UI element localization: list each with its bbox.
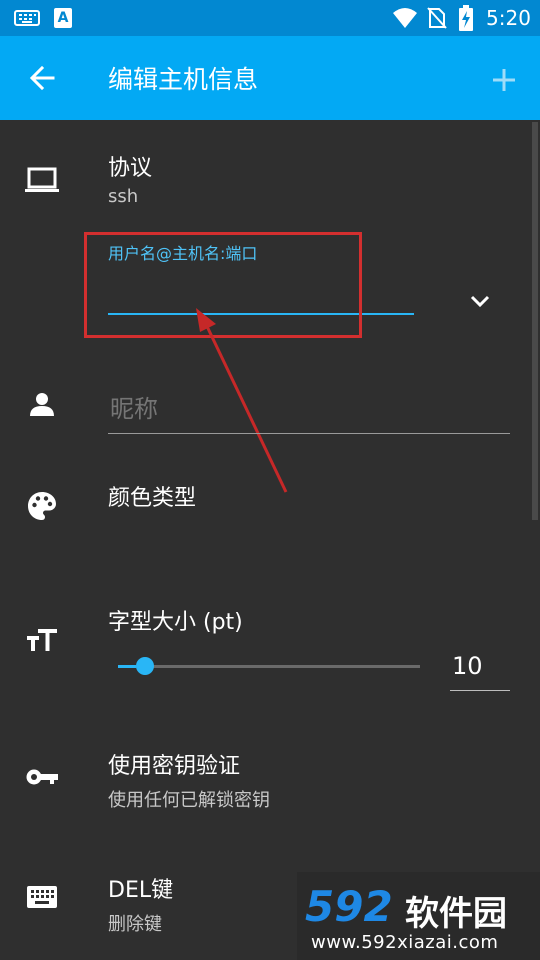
use-key-sub: 使用任何已解锁密钥 [108,790,270,811]
watermark-url: www.592xiazai.com [311,932,499,953]
use-key-label: 使用密钥验证 [108,754,241,779]
add-icon[interactable] [484,60,524,100]
font-size-label: 字型大小 (pt) [108,610,243,635]
app-bar: 编辑主机信息 [0,36,540,120]
text-size-icon [24,624,60,656]
chevron-down-icon[interactable] [460,286,500,318]
person-icon [26,388,58,420]
protocol-label: 协议 [108,156,153,181]
page-title: 编辑主机信息 [108,65,259,94]
nickname-input[interactable] [108,388,512,430]
host-form: 协议 ssh 用户名@主机名:端口 颜色类型 字型大小 (pt) 10 使用密钥… [0,120,540,960]
back-arrow-icon[interactable] [20,58,64,98]
scrollbar[interactable] [532,122,538,520]
font-size-value[interactable]: 10 [452,652,483,680]
protocol-selector[interactable]: 协议 ssh [108,150,408,214]
keyboard-icon [14,8,40,28]
del-key-label: DEL键 [108,878,174,903]
slider-thumb[interactable] [136,657,154,675]
notification-a-icon: A [54,8,72,28]
slider-track [118,665,420,668]
keyboard-settings-icon [24,882,60,912]
wifi-icon [392,6,418,30]
del-key-setting[interactable]: DEL键 删除键 [108,872,288,936]
battery-charging-icon [458,5,474,31]
laptop-icon [22,164,62,196]
slider-fill [118,665,136,668]
font-size-slider[interactable] [118,656,420,676]
clock: 5:20 [486,6,531,30]
palette-icon [24,488,60,524]
watermark-logo: 592 [305,882,393,931]
protocol-value: ssh [108,186,139,207]
font-size-value-underline [450,690,510,691]
use-key-setting[interactable]: 使用密钥验证 使用任何已解锁密钥 [108,748,508,812]
del-key-sub: 删除键 [108,914,162,935]
watermark-name: 软件园 [405,894,507,934]
key-icon [22,762,62,792]
watermark: 592 软件园 www.592xiazai.com [297,872,540,960]
color-type-label[interactable]: 颜色类型 [108,480,196,512]
no-sim-icon [426,6,448,30]
nickname-underline [108,433,510,434]
status-bar: A 5:20 [0,0,540,36]
